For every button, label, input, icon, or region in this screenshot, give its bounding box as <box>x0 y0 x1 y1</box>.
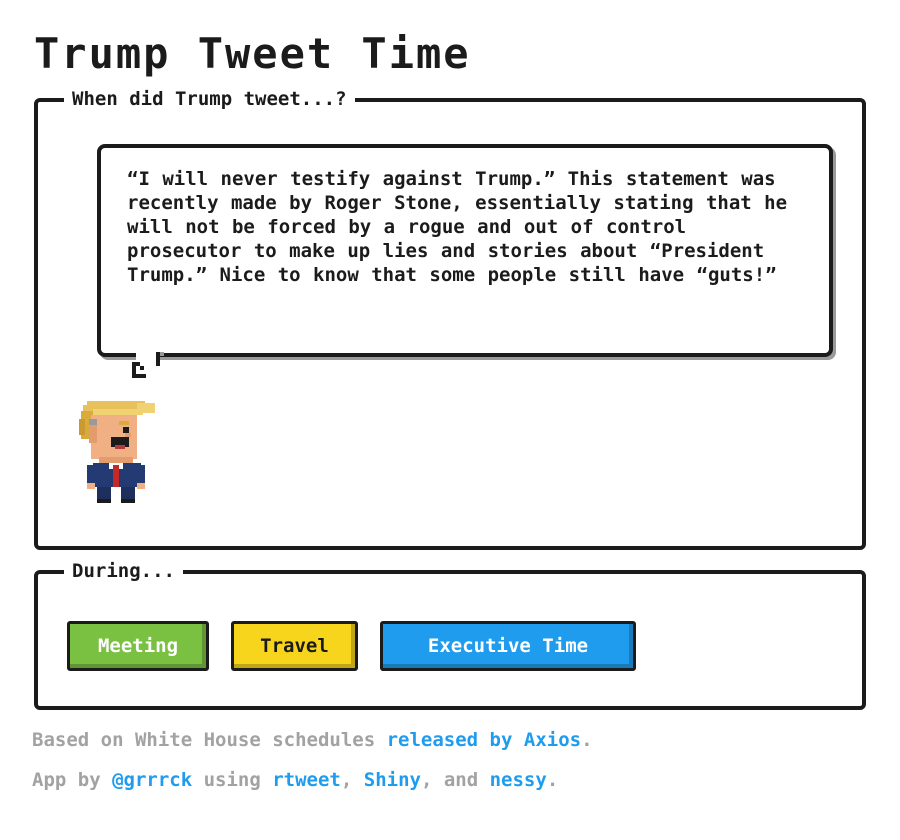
during-panel-legend: During... <box>64 558 183 584</box>
tweet-text: “I will never testify against Trump.” Th… <box>127 168 788 286</box>
footer-credits-sep: , <box>340 769 364 791</box>
during-panel: During... Meeting Travel Executive Time <box>34 558 866 710</box>
nessy-link[interactable]: nessy <box>490 769 547 791</box>
app-title: Trump Tweet Time <box>34 29 471 78</box>
trump-avatar-icon <box>79 401 155 503</box>
footer-credits-using: using <box>192 769 273 791</box>
shiny-link[interactable]: Shiny <box>364 769 421 791</box>
footer-credits-period: . <box>546 769 559 791</box>
speech-bubble-tail-icon <box>132 352 164 378</box>
travel-button[interactable]: Travel <box>231 621 358 671</box>
author-link[interactable]: @grrrck <box>112 769 192 791</box>
speech-bubble: “I will never testify against Trump.” Th… <box>97 144 833 357</box>
meeting-button[interactable]: Meeting <box>67 621 209 671</box>
footer-credits-prefix: App by <box>32 769 113 791</box>
footer-credits-and: , and <box>420 769 490 791</box>
footer-source-text: Based on White House schedules <box>32 729 387 751</box>
executive-time-button[interactable]: Executive Time <box>380 621 636 671</box>
footer-credits-line: App by @grrrck using rtweet, Shiny, and … <box>32 767 558 793</box>
tweet-panel-legend: When did Trump tweet...? <box>64 86 355 112</box>
tweet-panel: When did Trump tweet...? “I will never t… <box>34 86 866 550</box>
footer-source-line: Based on White House schedules released … <box>32 727 593 753</box>
axios-link[interactable]: released by Axios <box>387 729 581 751</box>
rtweet-link[interactable]: rtweet <box>272 769 341 791</box>
footer-source-period: . <box>581 729 593 751</box>
